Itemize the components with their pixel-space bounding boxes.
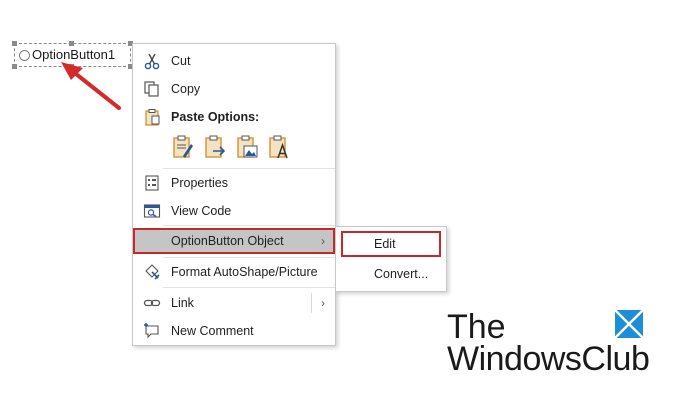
context-menu: Cut Copy Paste Options: Properties View … (132, 43, 336, 346)
submenu-item-label: Edit (374, 237, 396, 251)
menu-item-label: Properties (171, 176, 228, 190)
menu-item-link[interactable]: Link › (133, 290, 335, 316)
paste-text-only-icon[interactable] (267, 134, 291, 160)
resize-handle[interactable] (12, 41, 17, 46)
chevron-right-icon[interactable]: › (321, 296, 325, 310)
menu-item-label: OptionButton Object (171, 234, 284, 248)
menu-item-optionbutton-object[interactable]: OptionButton Object › (133, 228, 335, 254)
watermark-line2: WindowsClub (447, 340, 650, 378)
menu-item-label: Copy (171, 82, 201, 96)
submenu-item-label: Convert... (374, 267, 429, 281)
thewindowsclub-watermark: The WindowsClub (445, 308, 655, 388)
menu-item-properties[interactable]: Properties (133, 170, 335, 196)
properties-icon (145, 175, 159, 191)
view-code-icon (143, 204, 161, 218)
menu-item-label: New Comment (171, 324, 254, 338)
red-arrow-annotation (61, 62, 121, 110)
menu-item-label: Format AutoShape/Picture (171, 265, 318, 279)
new-comment-icon (144, 323, 159, 339)
menu-item-view-code[interactable]: View Code (133, 198, 335, 224)
link-icon (143, 299, 161, 307)
chevron-right-icon: › (321, 234, 325, 248)
menu-item-copy[interactable]: Copy (133, 76, 335, 102)
menu-separator (163, 168, 335, 169)
menu-item-cut[interactable]: Cut (133, 48, 335, 74)
resize-handle[interactable] (12, 64, 17, 69)
submenu-item-edit[interactable]: Edit (341, 231, 441, 257)
menu-item-new-comment[interactable]: New Comment (133, 318, 335, 344)
paste-picture-icon[interactable] (235, 134, 259, 160)
paste-keep-formatting-icon[interactable] (171, 134, 195, 160)
split-divider (311, 293, 312, 313)
format-shape-icon (145, 264, 160, 280)
menu-item-format-autoshape[interactable]: Format AutoShape/Picture (133, 259, 335, 285)
menu-item-label: Link (171, 296, 194, 310)
resize-handle[interactable] (69, 41, 74, 46)
menu-item-paste-options: Paste Options: (133, 104, 335, 130)
submenu-optionbutton-object: Edit Convert... (335, 226, 447, 292)
menu-separator (163, 257, 335, 258)
windows-logo-icon (615, 310, 643, 338)
clipboard-icon (145, 109, 160, 126)
scissors-icon (144, 53, 160, 70)
paste-options-row (171, 134, 331, 162)
radio-button-circle[interactable] (19, 50, 30, 61)
menu-separator (163, 225, 335, 226)
copy-icon (144, 81, 159, 97)
menu-item-label: View Code (171, 204, 232, 218)
menu-item-label: Cut (171, 54, 191, 68)
submenu-item-convert[interactable]: Convert... (336, 261, 446, 287)
menu-item-label: Paste Options: (171, 110, 260, 124)
menu-separator (163, 287, 335, 288)
paste-destination-icon[interactable] (203, 134, 227, 160)
